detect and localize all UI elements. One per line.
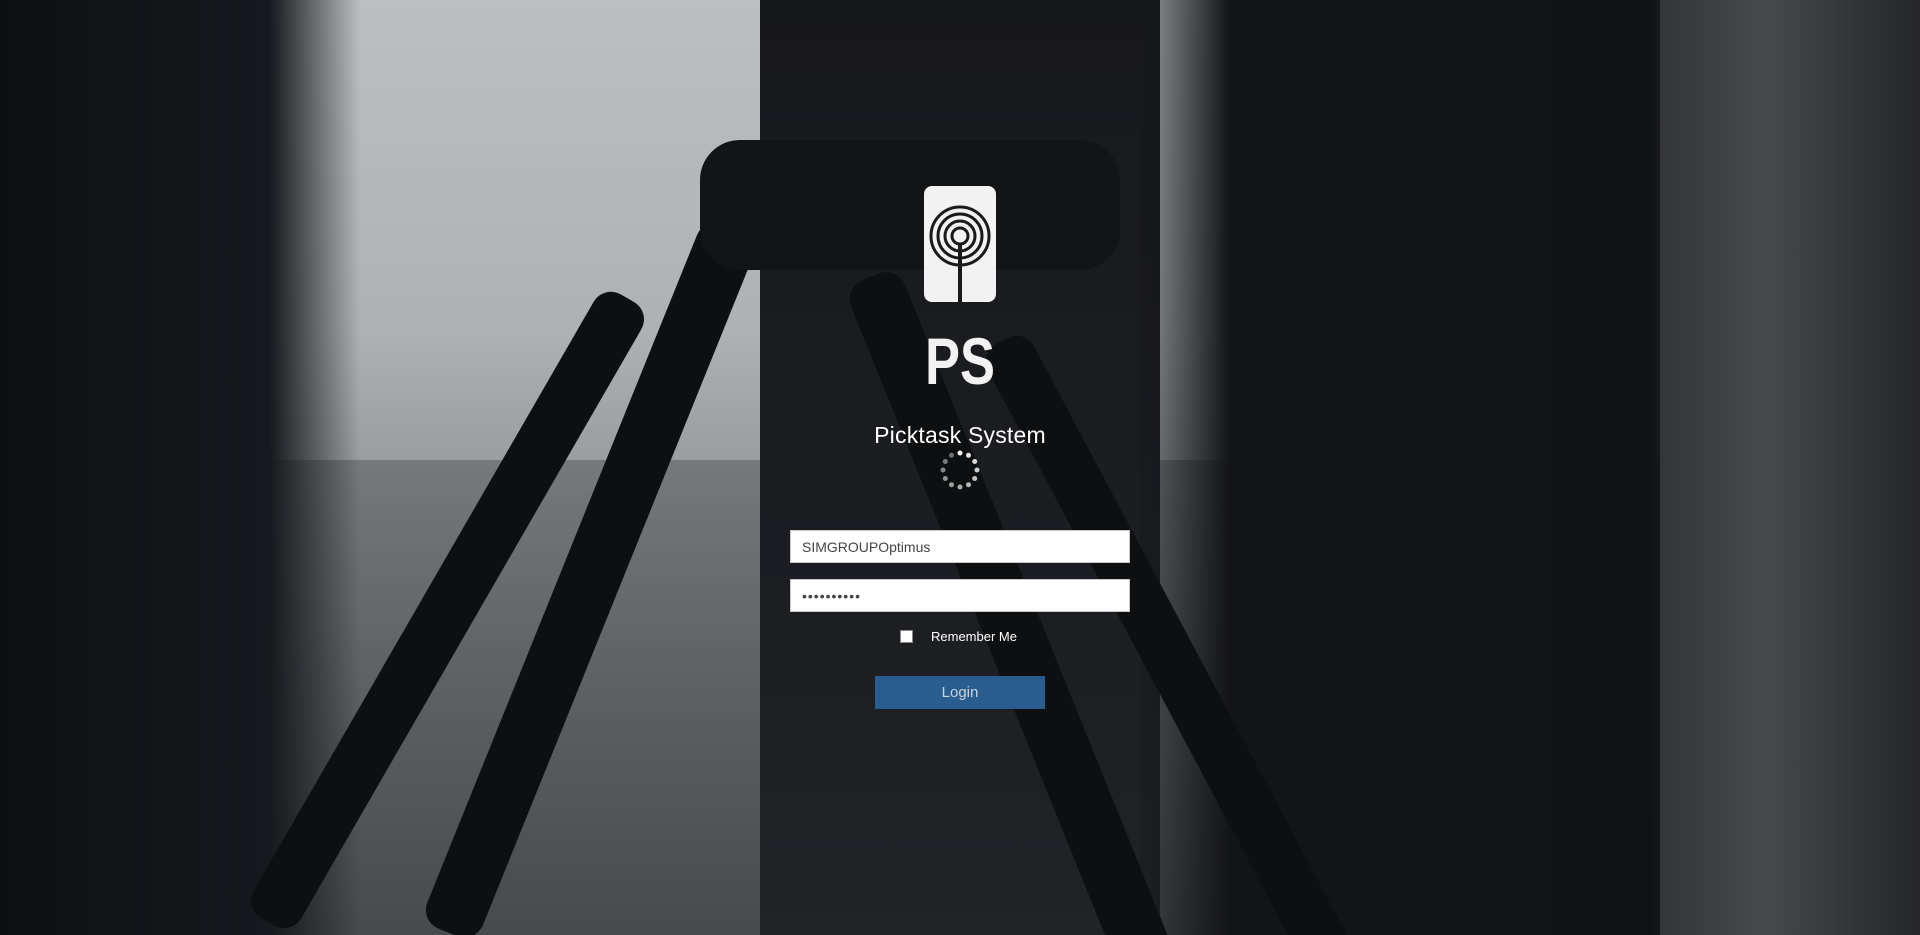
loading-spinner-icon bbox=[940, 450, 980, 490]
remember-me: Remember Me bbox=[900, 626, 1017, 646]
logo-text: PS bbox=[925, 324, 995, 386]
ps-target-logo-icon: PS bbox=[924, 186, 996, 398]
remember-me-checkbox[interactable] bbox=[900, 629, 913, 643]
username-input[interactable] bbox=[790, 530, 1130, 563]
login-page: PS Picktask System SIMGROUPOptimus •••••… bbox=[0, 0, 1920, 935]
login-button[interactable]: Login bbox=[875, 676, 1045, 709]
app-title: Picktask System bbox=[874, 422, 1046, 448]
password-input[interactable] bbox=[790, 579, 1130, 612]
remember-me-label: Remember Me bbox=[931, 628, 1017, 644]
